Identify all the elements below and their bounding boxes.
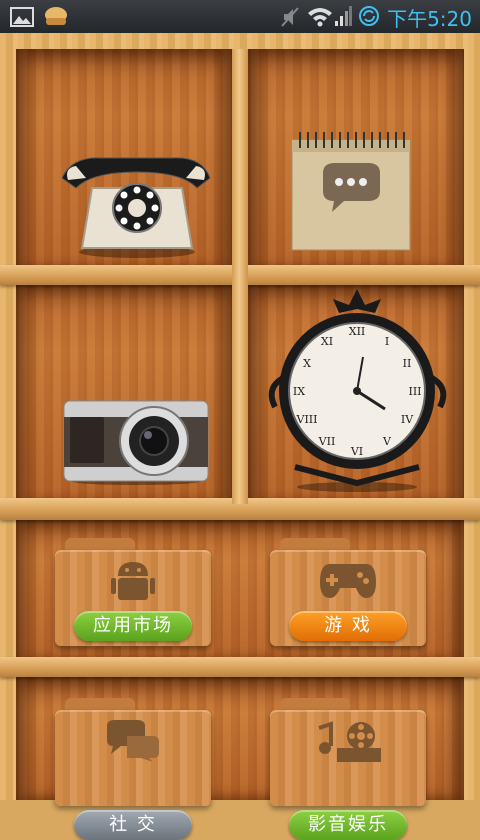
status-bar: 下午5:20 [0,0,480,33]
bookshelf: XII III VI IX I II IV V VII VIII X XI 应用市场 [0,33,480,840]
gamepad-icon [320,564,376,598]
messaging-app[interactable] [288,128,414,253]
wifi-icon [308,8,332,27]
phone-app[interactable] [61,148,212,258]
folder-label-social: 社 交 [74,810,192,840]
svg-text:IX: IX [293,385,305,398]
folder-games[interactable]: 游 戏 [270,538,426,646]
folder-label-games: 游 戏 [289,611,407,641]
app-notification-icon [45,7,67,25]
svg-text:IV: IV [401,413,414,426]
folder-label-app-market: 应用市场 [74,611,192,641]
ornate-clock-icon: XIIIIIVIIX IIIIVV VIIVIIIXXI [268,289,447,492]
film-music-icon [318,721,381,762]
svg-text:VII: VII [318,435,336,448]
svg-text:I: I [385,335,389,348]
svg-text:II: II [403,357,412,370]
mute-icon [281,7,299,27]
svg-text:XII: XII [349,325,366,338]
svg-text:X: X [303,357,311,370]
folder-label-media-entertainment: 影音娱乐 [289,810,407,840]
svg-text:VI: VI [350,445,363,458]
shelf-plank [0,657,480,677]
gallery-icon [10,7,34,27]
chat-bubbles-icon [107,720,159,762]
svg-text:V: V [382,435,392,448]
folder-app-market[interactable]: 应用市场 [55,538,211,646]
clock-app[interactable]: XII III VI IX I II IV V VII VIII X XI [265,287,450,492]
rotary-telephone-icon [61,157,211,258]
notepad-speech-bubble-icon [291,132,411,251]
svg-text:XI: XI [321,335,333,348]
folder-social[interactable]: 社 交 [55,698,211,840]
svg-text:III: III [408,385,421,398]
sync-icon [359,6,379,26]
camera-app[interactable] [62,395,210,485]
signal-icon [335,6,352,26]
android-icon [111,562,155,600]
shelf-divider [232,49,248,504]
status-time: 下午5:20 [387,7,472,31]
svg-text:VIII: VIII [296,413,318,426]
folder-media-entertainment[interactable]: 影音娱乐 [270,698,426,840]
camera-icon [63,400,209,485]
